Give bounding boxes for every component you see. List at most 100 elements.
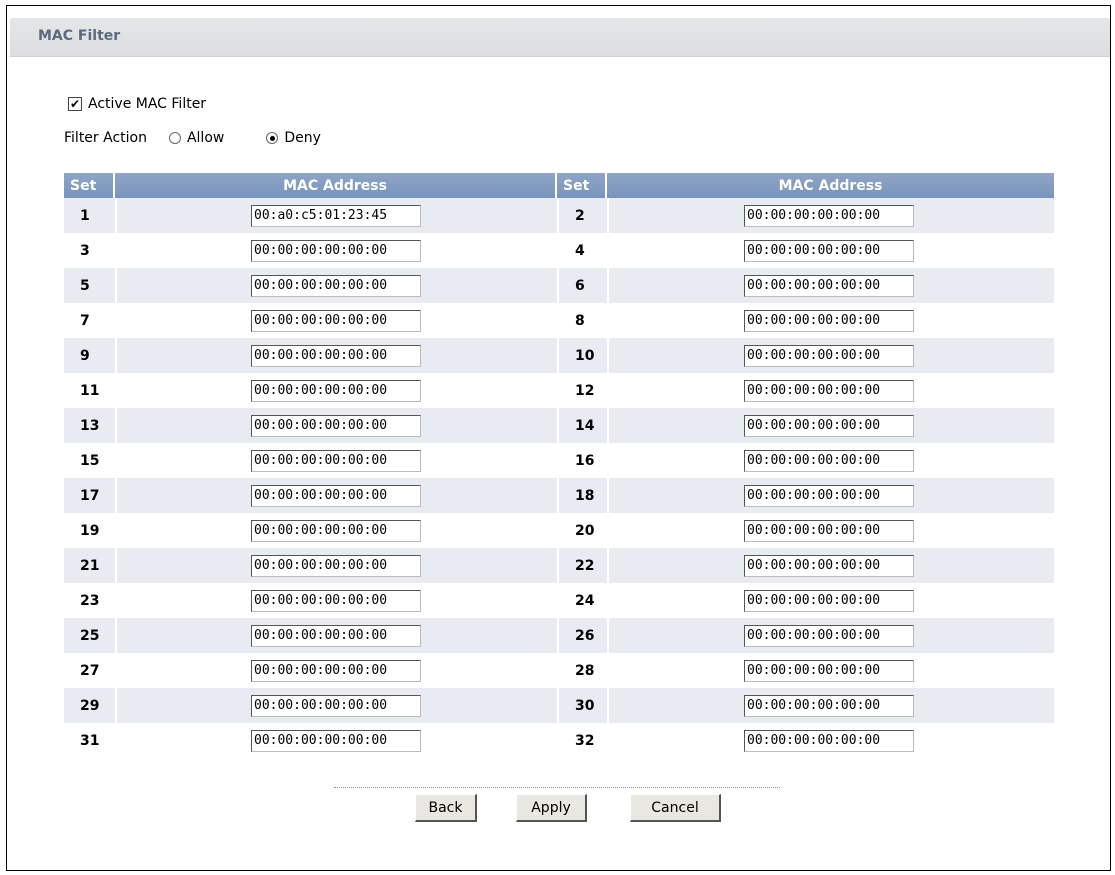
mac-address-input[interactable] — [251, 589, 421, 612]
table-row: 13 14 — [64, 408, 1054, 443]
mac-address-input[interactable] — [251, 484, 421, 507]
mac-address-input[interactable] — [744, 659, 914, 682]
mac-address-input[interactable] — [251, 554, 421, 577]
mac-address-input[interactable] — [744, 204, 914, 227]
mac-address-cell — [115, 198, 557, 233]
mac-address-cell — [115, 688, 557, 723]
set-number-cell: 6 — [557, 268, 607, 303]
set-number-cell: 32 — [557, 723, 607, 758]
deny-radio-label: Deny — [284, 130, 321, 146]
table-row: 78 — [64, 303, 1054, 338]
mac-address-cell — [115, 338, 557, 373]
set-number-cell: 17 — [80, 487, 100, 504]
mac-address-input[interactable] — [744, 694, 914, 717]
mac-address-cell — [607, 373, 1054, 408]
mac-address-input[interactable] — [744, 309, 914, 332]
mac-address-cell — [607, 723, 1054, 758]
table-row: 56 — [64, 268, 1054, 303]
mac-address-cell — [607, 443, 1054, 478]
set-number-cell: 15 — [80, 452, 100, 469]
back-button[interactable]: Back — [415, 794, 477, 822]
mac-address-input[interactable] — [744, 414, 914, 437]
set-number-cell: 1 — [80, 207, 90, 224]
set-number-cell: 2 — [557, 198, 607, 233]
active-mac-filter-checkbox[interactable]: ✔ — [68, 97, 82, 111]
set-number-cell: 21 — [80, 557, 100, 574]
mac-address-cell — [607, 548, 1054, 583]
set-number-cell: 19 — [80, 522, 100, 539]
filter-action-label: Filter Action — [64, 130, 147, 146]
set-number-cell: 27 — [80, 662, 100, 679]
table-body: 1234567891011121314151617181920212223242… — [64, 198, 1054, 758]
set-number-cell: 12 — [557, 373, 607, 408]
mac-address-cell — [607, 408, 1054, 443]
table-row: 27 28 — [64, 653, 1054, 688]
mac-address-input[interactable] — [251, 309, 421, 332]
mac-address-cell — [115, 548, 557, 583]
mac-address-input[interactable] — [744, 484, 914, 507]
title-bar: MAC Filter — [10, 18, 1110, 57]
table-row: 21 22 — [64, 548, 1054, 583]
header-set-right: Set — [557, 173, 607, 198]
mac-address-input[interactable] — [744, 519, 914, 542]
apply-button[interactable]: Apply — [516, 794, 587, 822]
mac-address-cell — [115, 408, 557, 443]
table-row: 1516 — [64, 443, 1054, 478]
mac-address-input[interactable] — [744, 449, 914, 472]
set-number-cell: 22 — [557, 548, 607, 583]
mac-address-cell — [115, 443, 557, 478]
mac-address-input[interactable] — [251, 204, 421, 227]
mac-address-input[interactable] — [251, 414, 421, 437]
set-number-cell: 26 — [557, 618, 607, 653]
mac-address-cell — [607, 478, 1054, 513]
mac-address-cell — [115, 618, 557, 653]
set-number-cell: 5 — [80, 277, 90, 294]
set-number-cell: 30 — [557, 688, 607, 723]
table-row: 23 24 — [64, 583, 1054, 618]
cancel-button[interactable]: Cancel — [630, 794, 721, 822]
active-mac-filter-row: ✔ Active MAC Filter — [68, 96, 206, 112]
mac-address-cell — [607, 233, 1054, 268]
mac-address-input[interactable] — [251, 659, 421, 682]
table-row: 1920 — [64, 513, 1054, 548]
header-mac-right: MAC Address — [778, 177, 883, 194]
allow-radio[interactable] — [168, 132, 181, 144]
set-number-cell: 3 — [80, 242, 90, 259]
mac-address-input[interactable] — [251, 519, 421, 542]
set-number-cell: 11 — [80, 382, 100, 399]
mac-address-input[interactable] — [744, 554, 914, 577]
mac-address-input[interactable] — [251, 379, 421, 402]
filter-action-row: Filter Action Allow Deny — [64, 130, 321, 146]
set-number-cell: 4 — [557, 233, 607, 268]
table-row: 31 32 — [64, 723, 1054, 758]
mac-address-cell — [115, 478, 557, 513]
mac-address-input[interactable] — [251, 274, 421, 297]
mac-address-input[interactable] — [744, 379, 914, 402]
mac-address-input[interactable] — [744, 274, 914, 297]
page-title: MAC Filter — [38, 28, 121, 44]
mac-address-cell — [607, 653, 1054, 688]
radio-selected-dot — [269, 135, 275, 141]
set-number-cell: 8 — [557, 303, 607, 338]
mac-address-input[interactable] — [744, 239, 914, 262]
mac-address-input[interactable] — [744, 589, 914, 612]
mac-address-input[interactable] — [251, 239, 421, 262]
mac-address-input[interactable] — [251, 729, 421, 752]
mac-address-input[interactable] — [744, 729, 914, 752]
mac-address-input[interactable] — [251, 624, 421, 647]
mac-address-input[interactable] — [251, 449, 421, 472]
deny-radio[interactable] — [266, 132, 279, 144]
mac-address-cell — [115, 583, 557, 618]
mac-address-input[interactable] — [744, 624, 914, 647]
set-number-cell: 18 — [557, 478, 607, 513]
mac-address-input[interactable] — [251, 344, 421, 367]
mac-address-cell — [115, 513, 557, 548]
table-row: 9 10 — [64, 338, 1054, 373]
mac-address-cell — [607, 583, 1054, 618]
mac-address-input[interactable] — [251, 694, 421, 717]
mac-address-input[interactable] — [744, 344, 914, 367]
button-divider — [334, 787, 780, 788]
mac-address-cell — [115, 373, 557, 408]
mac-address-cell — [115, 268, 557, 303]
set-number-cell: 7 — [80, 312, 90, 329]
